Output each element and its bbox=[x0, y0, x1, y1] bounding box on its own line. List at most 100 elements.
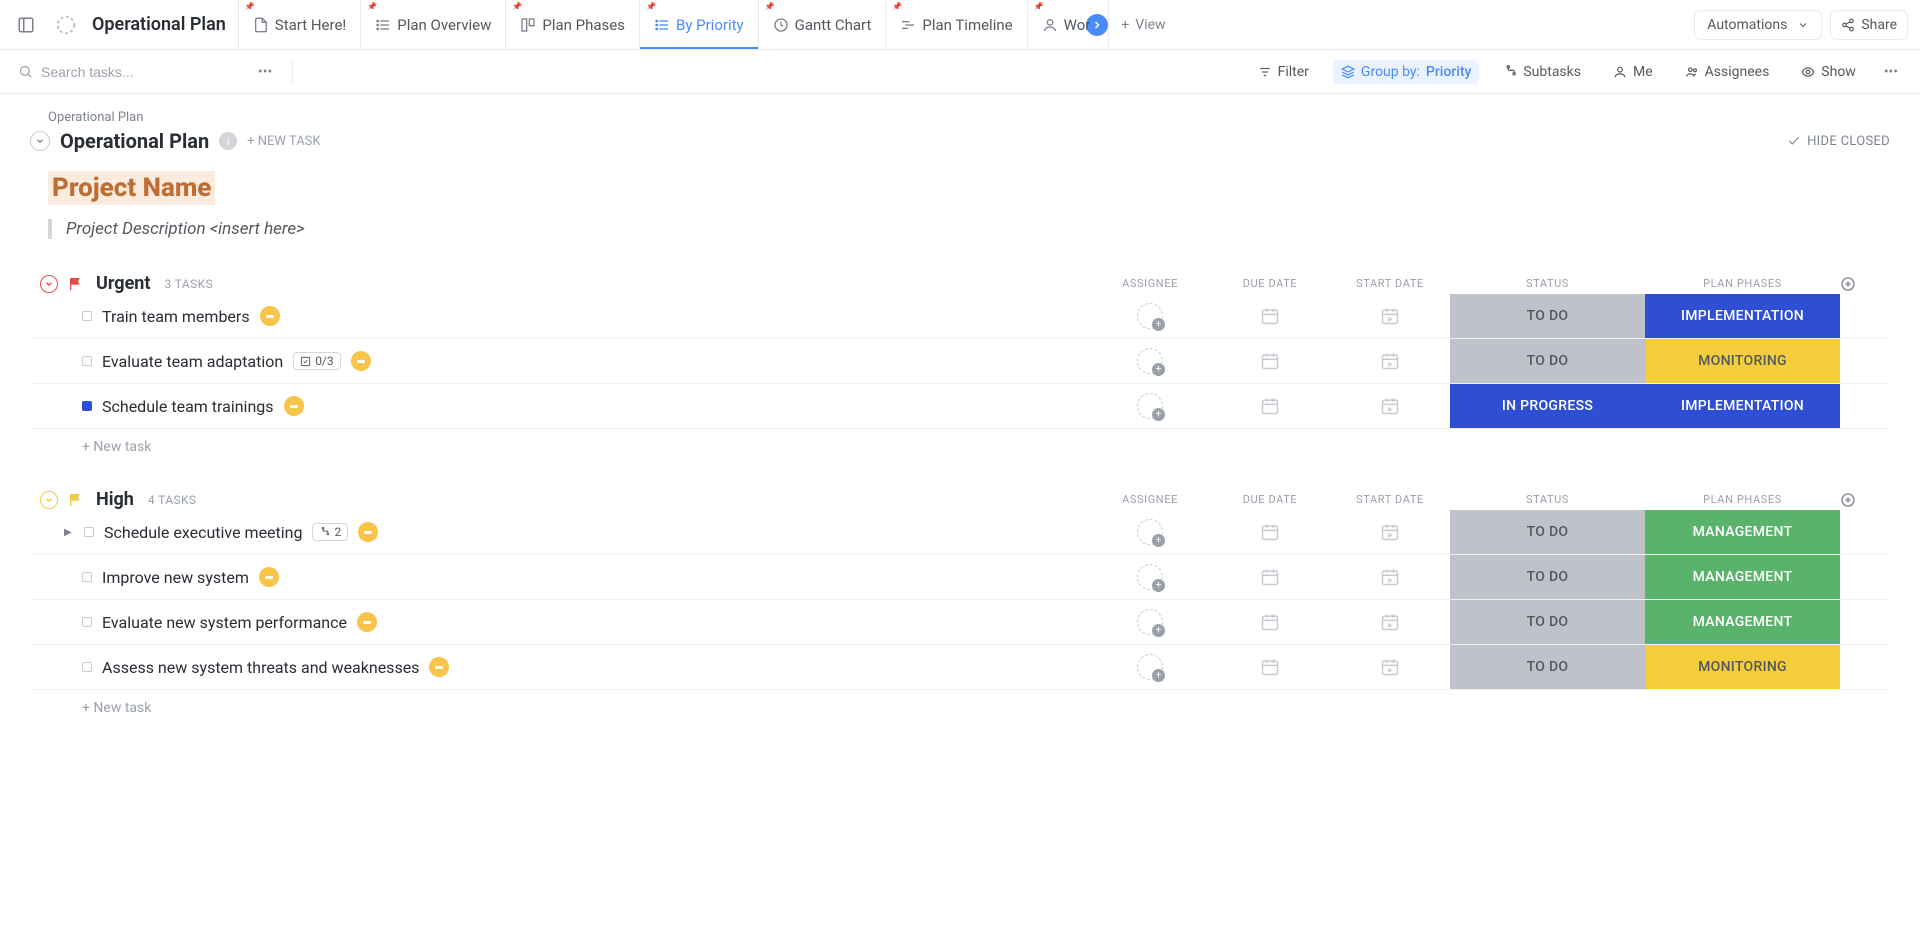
assignee-cell[interactable] bbox=[1090, 555, 1210, 599]
col-header-status[interactable]: STATUS bbox=[1450, 493, 1645, 506]
due-date-cell[interactable] bbox=[1210, 600, 1330, 644]
status-cell[interactable]: TO DO bbox=[1450, 645, 1645, 689]
status-cell[interactable]: TO DO bbox=[1450, 339, 1645, 383]
due-date-cell[interactable] bbox=[1210, 294, 1330, 338]
status-cell[interactable]: TO DO bbox=[1450, 294, 1645, 338]
due-date-cell[interactable] bbox=[1210, 339, 1330, 383]
task-name[interactable]: Assess new system threats and weaknesses bbox=[102, 658, 419, 677]
col-header-phase[interactable]: PLAN PHASES bbox=[1645, 493, 1840, 506]
phase-cell[interactable]: MANAGEMENT bbox=[1645, 510, 1840, 554]
share-button[interactable]: Share bbox=[1830, 10, 1908, 40]
tab-plan-phases[interactable]: 📌 Plan Phases bbox=[505, 0, 639, 49]
search-more-button[interactable]: ••• bbox=[254, 60, 276, 84]
add-assignee-icon[interactable] bbox=[1137, 519, 1163, 545]
search-box[interactable] bbox=[18, 64, 238, 80]
priority-pill[interactable] bbox=[357, 612, 377, 632]
task-status-dot[interactable] bbox=[82, 617, 92, 627]
add-column-button[interactable] bbox=[1840, 276, 1890, 292]
phase-cell[interactable]: MANAGEMENT bbox=[1645, 555, 1840, 599]
due-date-cell[interactable] bbox=[1210, 510, 1330, 554]
assignee-cell[interactable] bbox=[1090, 339, 1210, 383]
priority-pill[interactable] bbox=[259, 567, 279, 587]
task-row[interactable]: Improve new systemTO DOMANAGEMENT bbox=[30, 555, 1890, 600]
priority-pill[interactable] bbox=[284, 396, 304, 416]
assignee-cell[interactable] bbox=[1090, 510, 1210, 554]
phase-cell[interactable]: IMPLEMENTATION bbox=[1645, 294, 1840, 338]
task-status-dot[interactable] bbox=[82, 401, 92, 411]
add-view-button[interactable]: + View bbox=[1108, 0, 1177, 49]
add-assignee-icon[interactable] bbox=[1137, 564, 1163, 590]
col-header-assignee[interactable]: ASSIGNEE bbox=[1090, 277, 1210, 290]
assignee-cell[interactable] bbox=[1090, 294, 1210, 338]
phase-cell[interactable]: MANAGEMENT bbox=[1645, 600, 1840, 644]
tab-start-here[interactable]: 📌 Start Here! bbox=[238, 0, 360, 49]
add-assignee-icon[interactable] bbox=[1137, 609, 1163, 635]
show-button[interactable]: Show bbox=[1793, 60, 1864, 84]
breadcrumb[interactable]: Operational Plan bbox=[48, 110, 1890, 125]
phase-cell[interactable]: MONITORING bbox=[1645, 645, 1840, 689]
task-status-dot[interactable] bbox=[82, 311, 92, 321]
subtask-count-chip[interactable]: 2 bbox=[312, 523, 348, 541]
task-row[interactable]: Evaluate new system performance TO DOMANA… bbox=[30, 600, 1890, 645]
task-status-dot[interactable] bbox=[82, 356, 92, 366]
task-name[interactable]: Schedule executive meeting bbox=[104, 523, 302, 542]
hide-closed-button[interactable]: HIDE CLOSED bbox=[1787, 134, 1890, 149]
task-status-dot[interactable] bbox=[82, 662, 92, 672]
col-header-due[interactable]: DUE DATE bbox=[1210, 493, 1330, 506]
subtask-progress-chip[interactable]: 0/3 bbox=[293, 352, 340, 370]
due-date-cell[interactable] bbox=[1210, 645, 1330, 689]
col-header-start[interactable]: START DATE bbox=[1330, 493, 1450, 506]
task-status-dot[interactable] bbox=[82, 572, 92, 582]
add-assignee-icon[interactable] bbox=[1137, 348, 1163, 374]
phase-cell[interactable]: MONITORING bbox=[1645, 339, 1840, 383]
task-row[interactable]: Schedule team trainingsIN PROGRESSIMPLEM… bbox=[30, 384, 1890, 429]
status-cell[interactable]: TO DO bbox=[1450, 600, 1645, 644]
tab-plan-timeline[interactable]: 📌 Plan Timeline bbox=[885, 0, 1026, 49]
assignee-cell[interactable] bbox=[1090, 384, 1210, 428]
task-name[interactable]: Schedule team trainings bbox=[102, 397, 274, 416]
assignee-cell[interactable] bbox=[1090, 600, 1210, 644]
due-date-cell[interactable] bbox=[1210, 555, 1330, 599]
task-row[interactable]: Evaluate team adaptation 0/3 TO DOMONITORI… bbox=[30, 339, 1890, 384]
sidebar-toggle[interactable] bbox=[12, 11, 40, 39]
tab-by-priority[interactable]: 📌 By Priority bbox=[639, 0, 758, 49]
tab-gantt-chart[interactable]: 📌 Gantt Chart bbox=[758, 0, 886, 49]
task-name[interactable]: Evaluate new system performance bbox=[102, 613, 347, 632]
due-date-cell[interactable] bbox=[1210, 384, 1330, 428]
collapse-all-button[interactable] bbox=[30, 131, 50, 151]
col-header-assignee[interactable]: ASSIGNEE bbox=[1090, 493, 1210, 506]
tab-workload[interactable]: 📌 Wor bbox=[1027, 0, 1095, 49]
task-name[interactable]: Train team members bbox=[102, 307, 250, 326]
workspace-title[interactable]: Operational Plan bbox=[92, 14, 226, 35]
task-name[interactable]: Evaluate team adaptation bbox=[102, 352, 283, 371]
priority-pill[interactable] bbox=[351, 351, 371, 371]
start-date-cell[interactable] bbox=[1330, 339, 1450, 383]
automations-button[interactable]: Automations bbox=[1694, 10, 1822, 40]
new-task-button[interactable]: + NEW TASK bbox=[247, 134, 320, 149]
task-row[interactable]: Assess new system threats and weaknesses… bbox=[30, 645, 1890, 690]
add-assignee-icon[interactable] bbox=[1137, 303, 1163, 329]
col-header-status[interactable]: STATUS bbox=[1450, 277, 1645, 290]
group-title[interactable]: Urgent bbox=[96, 273, 150, 294]
add-assignee-icon[interactable] bbox=[1137, 393, 1163, 419]
priority-pill[interactable] bbox=[358, 522, 378, 542]
new-task-row[interactable]: + New task bbox=[30, 429, 1890, 455]
task-status-dot[interactable] bbox=[84, 527, 94, 537]
search-input[interactable] bbox=[41, 64, 201, 80]
project-description[interactable]: Project Description <insert here> bbox=[48, 219, 1890, 239]
task-row[interactable]: Train team members TO DOIMPLEMENTATION bbox=[30, 294, 1890, 339]
project-name[interactable]: Project Name bbox=[48, 171, 215, 205]
priority-pill[interactable] bbox=[429, 657, 449, 677]
group-collapse-button[interactable] bbox=[40, 275, 58, 293]
task-row[interactable]: ▶Schedule executive meeting2TO DOMANAGEM… bbox=[30, 510, 1890, 555]
col-header-due[interactable]: DUE DATE bbox=[1210, 277, 1330, 290]
start-date-cell[interactable] bbox=[1330, 510, 1450, 554]
assignee-cell[interactable] bbox=[1090, 645, 1210, 689]
tab-plan-overview[interactable]: 📌 Plan Overview bbox=[360, 0, 505, 49]
expand-caret-icon[interactable]: ▶ bbox=[64, 527, 74, 538]
subtasks-button[interactable]: Subtasks bbox=[1495, 60, 1589, 84]
filter-button[interactable]: Filter bbox=[1250, 60, 1317, 84]
phase-cell[interactable]: IMPLEMENTATION bbox=[1645, 384, 1840, 428]
add-assignee-icon[interactable] bbox=[1137, 654, 1163, 680]
start-date-cell[interactable] bbox=[1330, 384, 1450, 428]
